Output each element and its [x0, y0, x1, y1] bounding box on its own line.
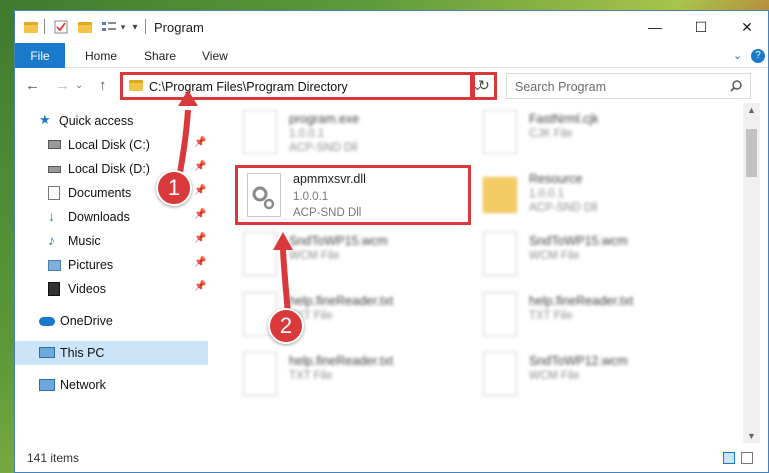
vertical-scrollbar[interactable]: ▲ ▼: [743, 103, 760, 443]
ribbon: File Home Share View ⌄ ?: [15, 43, 768, 68]
pc-icon: [39, 347, 55, 358]
pictures-icon: [48, 260, 61, 271]
pin-icon[interactable]: 📌: [194, 185, 206, 196]
minimize-button[interactable]: —: [632, 11, 678, 43]
documents-icon: [48, 186, 60, 200]
back-arrow-icon[interactable]: ←: [25, 77, 40, 94]
pin-icon[interactable]: 📌: [194, 281, 206, 292]
network-icon: [39, 379, 55, 391]
item-count: 141 items: [27, 451, 80, 465]
drive-icon: [48, 166, 61, 173]
recent-locations-icon[interactable]: ⌄: [75, 80, 83, 91]
address-highlight-box: [120, 72, 473, 100]
dll-highlight-box: [235, 165, 471, 225]
status-bar: 141 items: [15, 443, 768, 472]
drive-icon: [48, 140, 61, 149]
folder-item-resource[interactable]: Resource 1.0.0.1 ACP-SND Dll: [471, 165, 701, 223]
sidebar-item-videos[interactable]: Videos 📌: [15, 277, 208, 301]
file-item-help-finereader[interactable]: help.fineReader.txt TXT File: [471, 287, 701, 345]
title-bar: ▾ ▾ Program — ☐ ✕: [15, 11, 768, 43]
sidebar-item-this-pc[interactable]: This PC: [15, 341, 208, 365]
details-view-icon[interactable]: [723, 452, 735, 464]
explorer-window: ▾ ▾ Program — ☐ ✕ File Home Share View ⌄…: [14, 10, 769, 473]
properties-icon[interactable]: [53, 19, 69, 35]
refresh-icon[interactable]: ↻: [478, 77, 490, 94]
chevron-down-icon[interactable]: ⌄: [733, 49, 742, 62]
tab-home[interactable]: Home: [85, 49, 117, 63]
sidebar-item-local-disk-c[interactable]: Local Disk (C:) 📌: [15, 133, 208, 157]
file-item-sndtowp15[interactable]: SndToWP15.wcm WCM File: [231, 227, 461, 285]
pin-icon[interactable]: 📌: [194, 209, 206, 220]
tab-view[interactable]: View: [202, 49, 228, 63]
sidebar-item-network[interactable]: Network: [15, 373, 208, 397]
sidebar-item-downloads[interactable]: ↓ Downloads 📌: [15, 205, 208, 229]
file-icon: [243, 232, 277, 276]
tab-file[interactable]: File: [15, 43, 65, 68]
scroll-up-icon[interactable]: ▲: [747, 105, 756, 115]
file-icon: [483, 110, 517, 154]
file-item-program-exe[interactable]: program.exe 1.0.0.1 ACP-SND Dll: [231, 105, 461, 163]
file-item-fastnrml[interactable]: FastNrml.cjk CJK File: [471, 105, 701, 163]
help-icon[interactable]: ?: [751, 49, 765, 63]
sidebar-item-music[interactable]: ♪ Music 📌: [15, 229, 208, 253]
search-input[interactable]: Search Program: [506, 73, 751, 99]
folder-icon: [483, 177, 517, 213]
star-icon: ★: [39, 112, 51, 127]
up-arrow-icon[interactable]: ↑: [99, 77, 107, 94]
pin-icon[interactable]: 📌: [194, 161, 206, 172]
file-icon: [483, 292, 517, 336]
step-1-badge: 1: [156, 170, 192, 206]
pin-icon[interactable]: 📌: [194, 137, 206, 148]
file-item-help-finereader[interactable]: help.fineReader.txt TXT File: [231, 347, 461, 405]
download-icon: ↓: [48, 208, 55, 224]
file-icon: [483, 352, 517, 396]
maximize-button[interactable]: ☐: [678, 11, 724, 43]
pin-icon[interactable]: 📌: [194, 257, 206, 268]
file-item-sndtowp12[interactable]: SndToWP12.wcm WCM File: [471, 347, 701, 405]
navigation-pane: ★ Quick access Local Disk (C:) 📌 Local D…: [15, 103, 208, 443]
tab-share[interactable]: Share: [144, 49, 176, 63]
videos-icon: [48, 282, 60, 296]
file-icon: [243, 352, 277, 396]
close-button[interactable]: ✕: [724, 11, 768, 43]
cloud-icon: [39, 317, 55, 326]
pin-icon[interactable]: 📌: [194, 233, 206, 244]
search-placeholder: Search Program: [515, 80, 607, 94]
sidebar-item-quick-access[interactable]: ★ Quick access: [15, 109, 208, 133]
exe-file-icon: [243, 110, 277, 154]
divider: [145, 19, 146, 34]
customize-toolbar-icon[interactable]: ▾: [127, 19, 143, 35]
sidebar-item-onedrive[interactable]: OneDrive: [15, 309, 208, 333]
music-icon: ♪: [48, 232, 55, 248]
file-list: program.exe 1.0.0.1 ACP-SND Dll FastNrml…: [223, 103, 743, 443]
scroll-down-icon[interactable]: ▼: [747, 431, 756, 441]
folder-icon[interactable]: [23, 19, 39, 35]
file-icon: [483, 232, 517, 276]
navigation-bar: ← → ⌄ ↑ C:\Program Files\Program Directo…: [15, 69, 768, 102]
scrollbar-thumb[interactable]: [746, 129, 757, 177]
divider: [44, 19, 45, 34]
large-icons-view-icon[interactable]: [741, 452, 753, 464]
file-item-sndtowp15[interactable]: SndToWP15.wcm WCM File: [471, 227, 701, 285]
window-title: Program: [154, 20, 204, 35]
forward-arrow-icon[interactable]: →: [55, 77, 70, 94]
new-folder-icon[interactable]: [77, 19, 93, 35]
search-icon[interactable]: [730, 80, 742, 92]
sidebar-item-pictures[interactable]: Pictures 📌: [15, 253, 208, 277]
step-2-badge: 2: [268, 308, 304, 344]
file-item-help-finereader[interactable]: help.fineReader.txt TXT File: [231, 287, 461, 345]
